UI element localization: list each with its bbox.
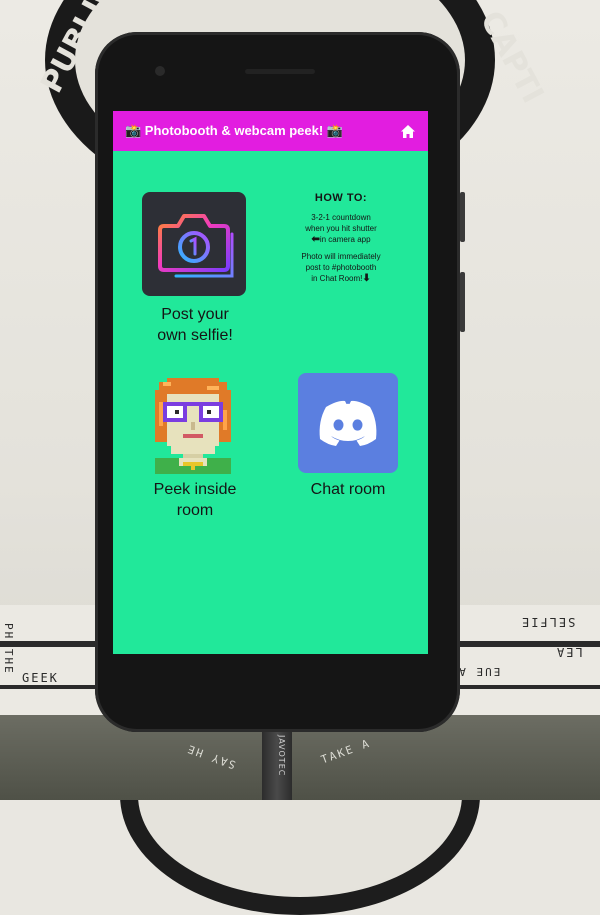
camera-app-icon (142, 192, 246, 296)
discord-icon (298, 373, 398, 473)
cable-label: JAVOTEC (277, 735, 286, 777)
howto-step-2: Photo will immediately post to #photoboo… (281, 251, 401, 284)
home-icon (401, 124, 415, 138)
howto-step-1: 3-2-1 countdown when you hit shutter ⬅in… (281, 212, 401, 245)
sticker-text-left-2: GEEK (22, 671, 59, 685)
sticker-text-right-2: LEA (555, 645, 583, 659)
howto-panel: HOW TO: 3-2-1 countdown when you hit shu… (281, 192, 401, 284)
selfie-tile-label[interactable]: Post your own selfie! (130, 304, 260, 346)
howto-step2-line2: post to #photobooth (305, 263, 377, 272)
pixel-avatar-icon (155, 378, 231, 474)
arrow-down-icon: ⬇ (362, 273, 371, 284)
howto-step2-line1: Photo will immediately (301, 252, 381, 261)
arrow-left-icon: ⬅ (311, 234, 320, 245)
selfie-label-line2: own selfie! (157, 327, 233, 344)
sticker-text-left-1: PH THE (2, 623, 15, 675)
peek-tile[interactable] (147, 377, 239, 475)
app-title: 📸 Photobooth & webcam peek! 📸 (125, 123, 343, 138)
howto-step1-line1: 3-2-1 countdown (311, 213, 371, 222)
front-camera (155, 66, 165, 76)
peek-tile-label[interactable]: Peek inside room (130, 479, 260, 521)
home-button[interactable] (398, 121, 418, 141)
volume-button[interactable] (460, 192, 465, 242)
howto-step1-line2: when you hit shutter (305, 224, 377, 233)
chat-tile-label[interactable]: Chat room (283, 479, 413, 500)
peek-label-line2: room (176, 502, 214, 519)
peek-label-line1: Peek inside (153, 481, 237, 498)
howto-step2-line3: in Chat Room! (311, 274, 363, 283)
selfie-label-line1: Post your (161, 306, 229, 323)
app-bar: 📸 Photobooth & webcam peek! 📸 (113, 111, 428, 151)
selfie-tile[interactable] (142, 192, 246, 296)
power-button[interactable] (460, 272, 465, 332)
howto-step1-line3: in camera app (319, 235, 371, 244)
earpiece-speaker (245, 69, 315, 74)
app-screen: 📸 Photobooth & webcam peek! 📸 Post your … (113, 111, 428, 654)
chat-tile[interactable] (298, 373, 398, 473)
howto-title: HOW TO: (314, 192, 368, 204)
sticker-text-right-1: SELFIE (520, 615, 576, 629)
